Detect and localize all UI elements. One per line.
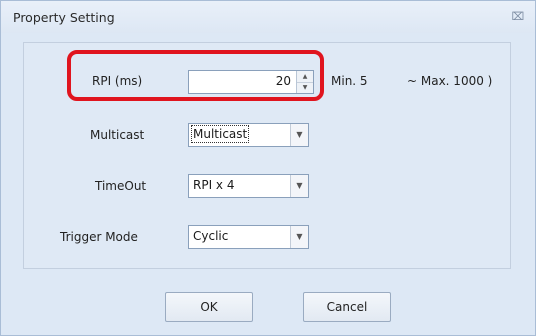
close-icon[interactable]: ⌧ — [509, 8, 527, 26]
chevron-down-icon[interactable]: ▼ — [290, 175, 308, 197]
rpi-min-text: Min. 5 — [331, 74, 368, 88]
trigger-mode-label: Trigger Mode — [60, 230, 138, 244]
rpi-highlight-box — [67, 50, 324, 101]
ok-button[interactable]: OK — [165, 292, 253, 322]
trigger-mode-value: Cyclic — [193, 229, 229, 243]
timeout-value: RPI x 4 — [193, 178, 235, 192]
timeout-label: TimeOut — [95, 179, 147, 193]
timeout-select[interactable]: RPI x 4 ▼ — [188, 174, 309, 198]
title-bar: Property Setting ⌧ — [1, 1, 535, 33]
rpi-max-text: ~ Max. 1000 ) — [407, 74, 493, 88]
multicast-label: Multicast — [90, 128, 145, 142]
cancel-button[interactable]: Cancel — [303, 292, 391, 322]
dialog-title: Property Setting — [13, 10, 115, 25]
chevron-down-icon[interactable]: ▼ — [290, 226, 308, 248]
chevron-down-icon[interactable]: ▼ — [290, 124, 308, 146]
multicast-select[interactable]: Multicast ▼ — [188, 123, 309, 147]
trigger-mode-select[interactable]: Cyclic ▼ — [188, 225, 309, 249]
property-setting-dialog: Property Setting ⌧ RPI (ms) 20 ▲ ▼ Min. … — [0, 0, 536, 336]
multicast-value: Multicast — [190, 125, 250, 143]
